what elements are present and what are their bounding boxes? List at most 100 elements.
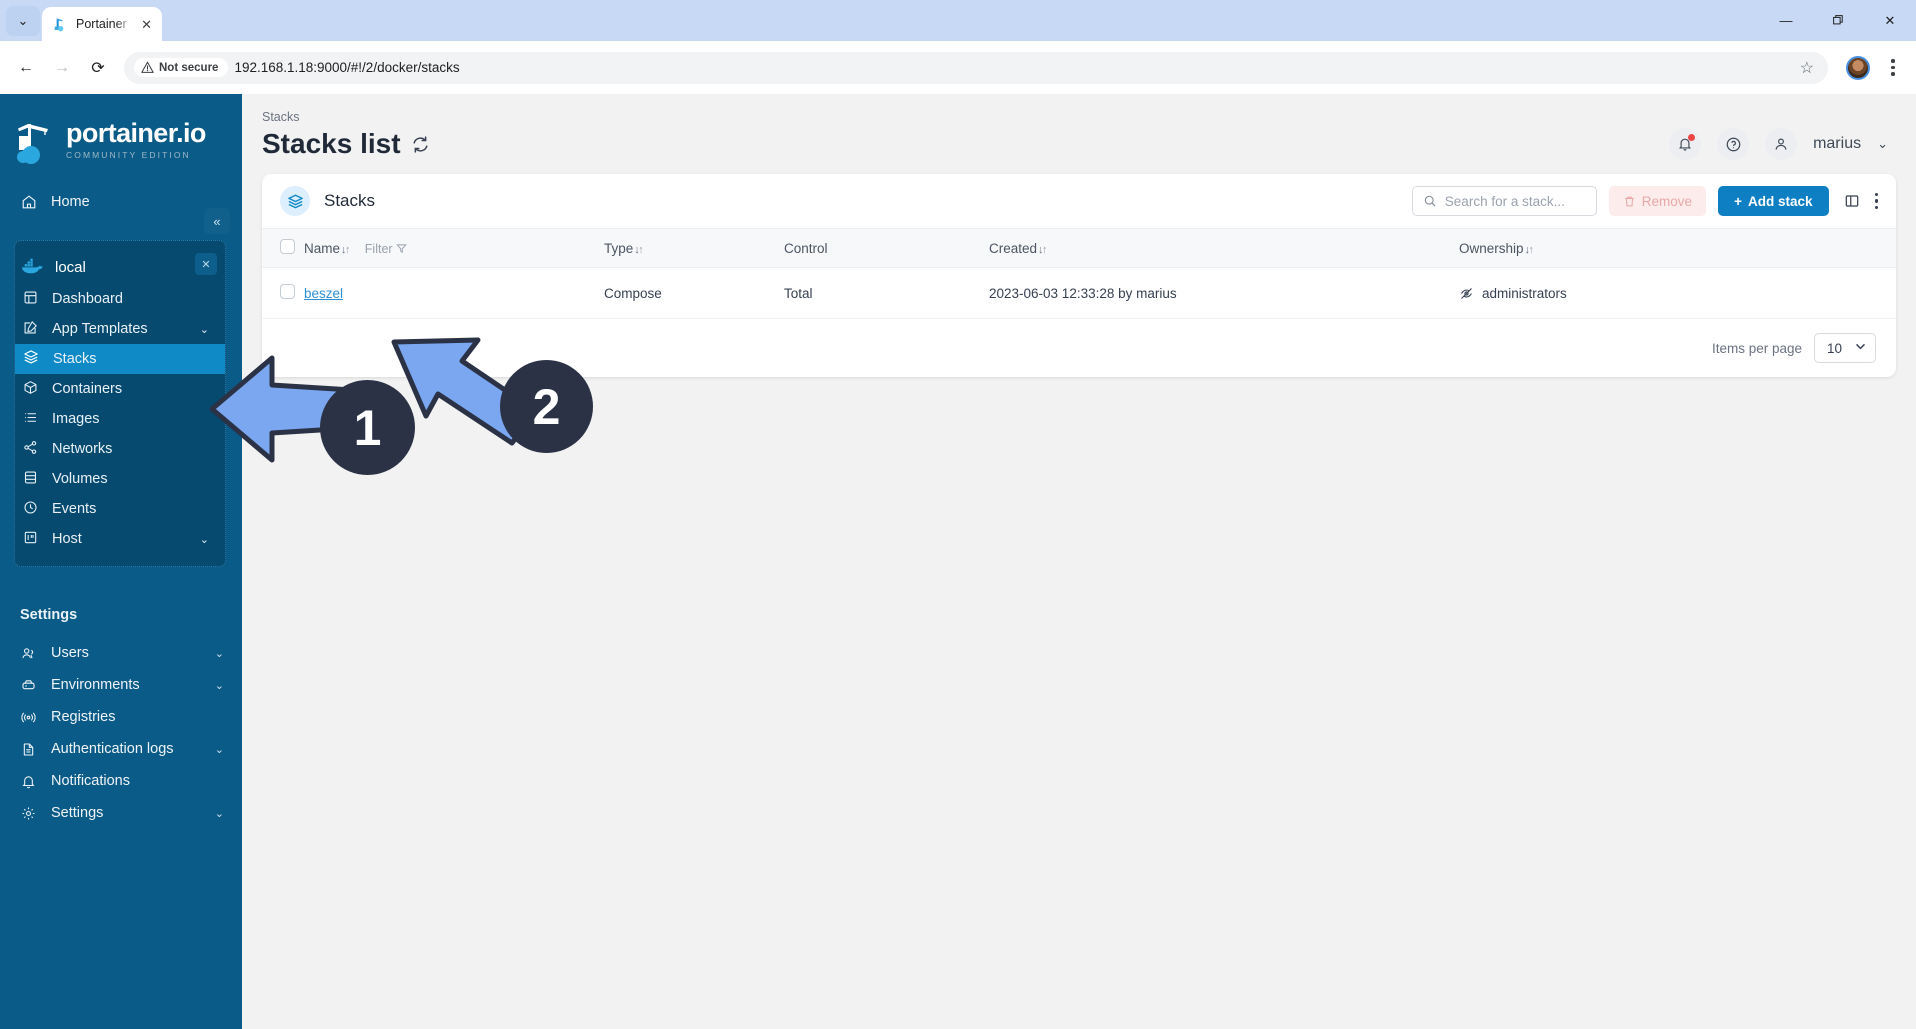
select-all-header <box>262 229 304 268</box>
sidebar-item-volumes[interactable]: Volumes <box>15 464 225 494</box>
stacks-table: Name ↓ ↑ Filter Type ↓ ↑ Control Created… <box>262 228 1896 319</box>
volumes-icon <box>23 470 38 489</box>
user-icon[interactable] <box>1765 128 1798 160</box>
sidebar-item-dashboard[interactable]: Dashboard <box>15 284 225 314</box>
select-all-checkbox[interactable] <box>280 239 295 254</box>
portainer-favicon-icon <box>52 16 68 32</box>
back-icon[interactable]: ← <box>10 52 42 84</box>
window-maximize-button[interactable] <box>1812 0 1864 41</box>
add-stack-button[interactable]: + Add stack <box>1718 186 1829 216</box>
sort-icon: ↓ ↑ <box>1524 243 1535 256</box>
card-actions: Search for a stack... Remove + Add stack <box>1411 186 1878 216</box>
breadcrumb[interactable]: Stacks <box>262 110 1669 124</box>
browser-toolbar: ← → ⟳ Not secure 192.168.1.18:9000/#!/2/… <box>0 41 1916 94</box>
stack-type-cell: Compose <box>604 267 784 319</box>
sidebar-item-networks[interactable]: Networks <box>15 434 225 464</box>
sidebar-item-settings[interactable]: Settings ⌄ <box>0 797 242 829</box>
sidebar-item-images[interactable]: Images <box>15 404 225 434</box>
table-row[interactable]: beszel Compose Total 2023-06-03 12:33:28… <box>262 267 1896 319</box>
chrome-menu-kebab-icon[interactable] <box>1880 59 1906 76</box>
sidebar-item-app-templates[interactable]: App Templates ⌄ <box>15 314 225 344</box>
profile-avatar[interactable] <box>1846 55 1870 80</box>
user-menu-chevron-down-icon[interactable]: ⌄ <box>1877 136 1888 152</box>
stack-control-cell: Total <box>784 267 989 319</box>
sidebar-item-label: Environments <box>51 677 140 693</box>
address-bar[interactable]: Not secure 192.168.1.18:9000/#!/2/docker… <box>124 51 1828 84</box>
forward-icon[interactable]: → <box>46 52 78 84</box>
items-per-page-value: 10 <box>1827 340 1843 356</box>
sidebar-item-host[interactable]: Host ⌄ <box>15 524 225 554</box>
tab-close-icon[interactable]: ✕ <box>141 18 152 31</box>
column-label: Name <box>304 240 341 256</box>
sidebar-item-label: Events <box>52 501 97 517</box>
chevron-down-icon[interactable]: ⌄ <box>200 323 209 336</box>
sidebar-item-label: Users <box>51 645 89 661</box>
eye-off-icon <box>1461 287 1472 299</box>
username-label: marius <box>1813 135 1862 152</box>
header-actions: marius ⌄ <box>1669 110 1888 160</box>
items-per-page-select[interactable]: 10 <box>1814 333 1876 363</box>
stack-name-link[interactable]: beszel <box>304 286 343 301</box>
kebab-icon[interactable] <box>1874 192 1878 210</box>
column-header-ownership[interactable]: Ownership ↓ ↑ <box>1459 229 1896 268</box>
browser-tab[interactable]: Portainer ✕ <box>42 7 162 41</box>
portainer-logo[interactable]: portainer.io COMMUNITY EDITION <box>0 94 242 164</box>
sidebar-item-label: Home <box>51 194 90 210</box>
table-footer: Items per page 10 <box>262 319 1896 377</box>
column-label: Type <box>604 240 634 256</box>
sort-icon: ↓ ↑ <box>341 243 351 256</box>
chevron-down-icon[interactable]: ⌄ <box>200 533 209 546</box>
sidebar-item-label: Authentication logs <box>51 741 174 757</box>
sidebar-item-containers[interactable]: Containers <box>15 374 225 404</box>
column-label: Control <box>784 240 828 256</box>
window-minimize-button[interactable]: — <box>1760 0 1812 41</box>
column-header-control: Control <box>784 229 989 268</box>
sidebar-item-label: Registries <box>51 709 116 725</box>
trash-icon <box>1625 196 1634 206</box>
host-icon <box>23 530 38 549</box>
column-header-type[interactable]: Type ↓ ↑ <box>604 229 784 268</box>
sidebar-settings-nav: Users ⌄ Environments ⌄ Registries Authen… <box>0 637 242 829</box>
columns-icon[interactable] <box>1841 193 1863 209</box>
sidebar-settings-heading: Settings <box>20 607 78 623</box>
sidebar-item-home[interactable]: Home <box>0 186 242 218</box>
name-filter-button[interactable]: Filter <box>365 242 407 256</box>
environment-close-icon[interactable]: ✕ <box>195 253 217 275</box>
column-label: Created <box>989 240 1038 256</box>
bell-icon[interactable] <box>1669 128 1702 160</box>
portainer-app: portainer.io COMMUNITY EDITION « Home ✕ <box>0 94 1916 1029</box>
reload-icon[interactable]: ⟳ <box>82 52 114 84</box>
row-checkbox[interactable] <box>280 284 295 299</box>
refresh-icon[interactable] <box>411 135 430 154</box>
security-badge[interactable]: Not secure <box>134 58 229 77</box>
sidebar-item-users[interactable]: Users ⌄ <box>0 637 242 669</box>
card-title: Stacks <box>324 191 376 210</box>
sidebar-item-stacks[interactable]: Stacks <box>15 344 225 374</box>
chevron-down-icon[interactable]: ⌄ <box>215 679 224 692</box>
chevron-down-icon[interactable]: ⌄ <box>215 647 224 660</box>
row-select-cell <box>262 267 304 319</box>
environment-name: local <box>55 258 86 276</box>
sort-icon: ↓ ↑ <box>1038 243 1048 256</box>
sidebar-item-authentication-logs[interactable]: Authentication logs ⌄ <box>0 733 242 765</box>
sidebar-item-label: Settings <box>51 805 104 821</box>
sidebar-item-registries[interactable]: Registries <box>0 701 242 733</box>
column-header-created[interactable]: Created ↓ ↑ <box>989 229 1459 268</box>
remove-button[interactable]: Remove <box>1608 186 1707 216</box>
sidebar-top-nav: Home <box>0 186 242 218</box>
chevron-down-icon[interactable]: ⌄ <box>215 743 224 756</box>
help-icon[interactable] <box>1717 128 1750 160</box>
tab-search-chevron-icon[interactable]: ⌄ <box>6 6 40 36</box>
chevron-down-icon[interactable]: ⌄ <box>215 807 224 820</box>
sort-icon: ↓ ↑ <box>634 243 644 256</box>
sidebar: portainer.io COMMUNITY EDITION « Home ✕ <box>0 94 242 1029</box>
column-header-name[interactable]: Name ↓ ↑ Filter <box>304 229 604 268</box>
window-close-button[interactable]: ✕ <box>1864 0 1916 41</box>
sidebar-item-events[interactable]: Events <box>15 494 225 524</box>
bookmark-star-icon[interactable]: ☆ <box>1800 58 1814 78</box>
search-input[interactable]: Search for a stack... <box>1411 186 1597 216</box>
sidebar-environment-header[interactable]: local <box>15 250 225 284</box>
sidebar-item-environments[interactable]: Environments ⌄ <box>0 669 242 701</box>
users-icon <box>20 645 37 662</box>
sidebar-item-notifications[interactable]: Notifications <box>0 765 242 797</box>
